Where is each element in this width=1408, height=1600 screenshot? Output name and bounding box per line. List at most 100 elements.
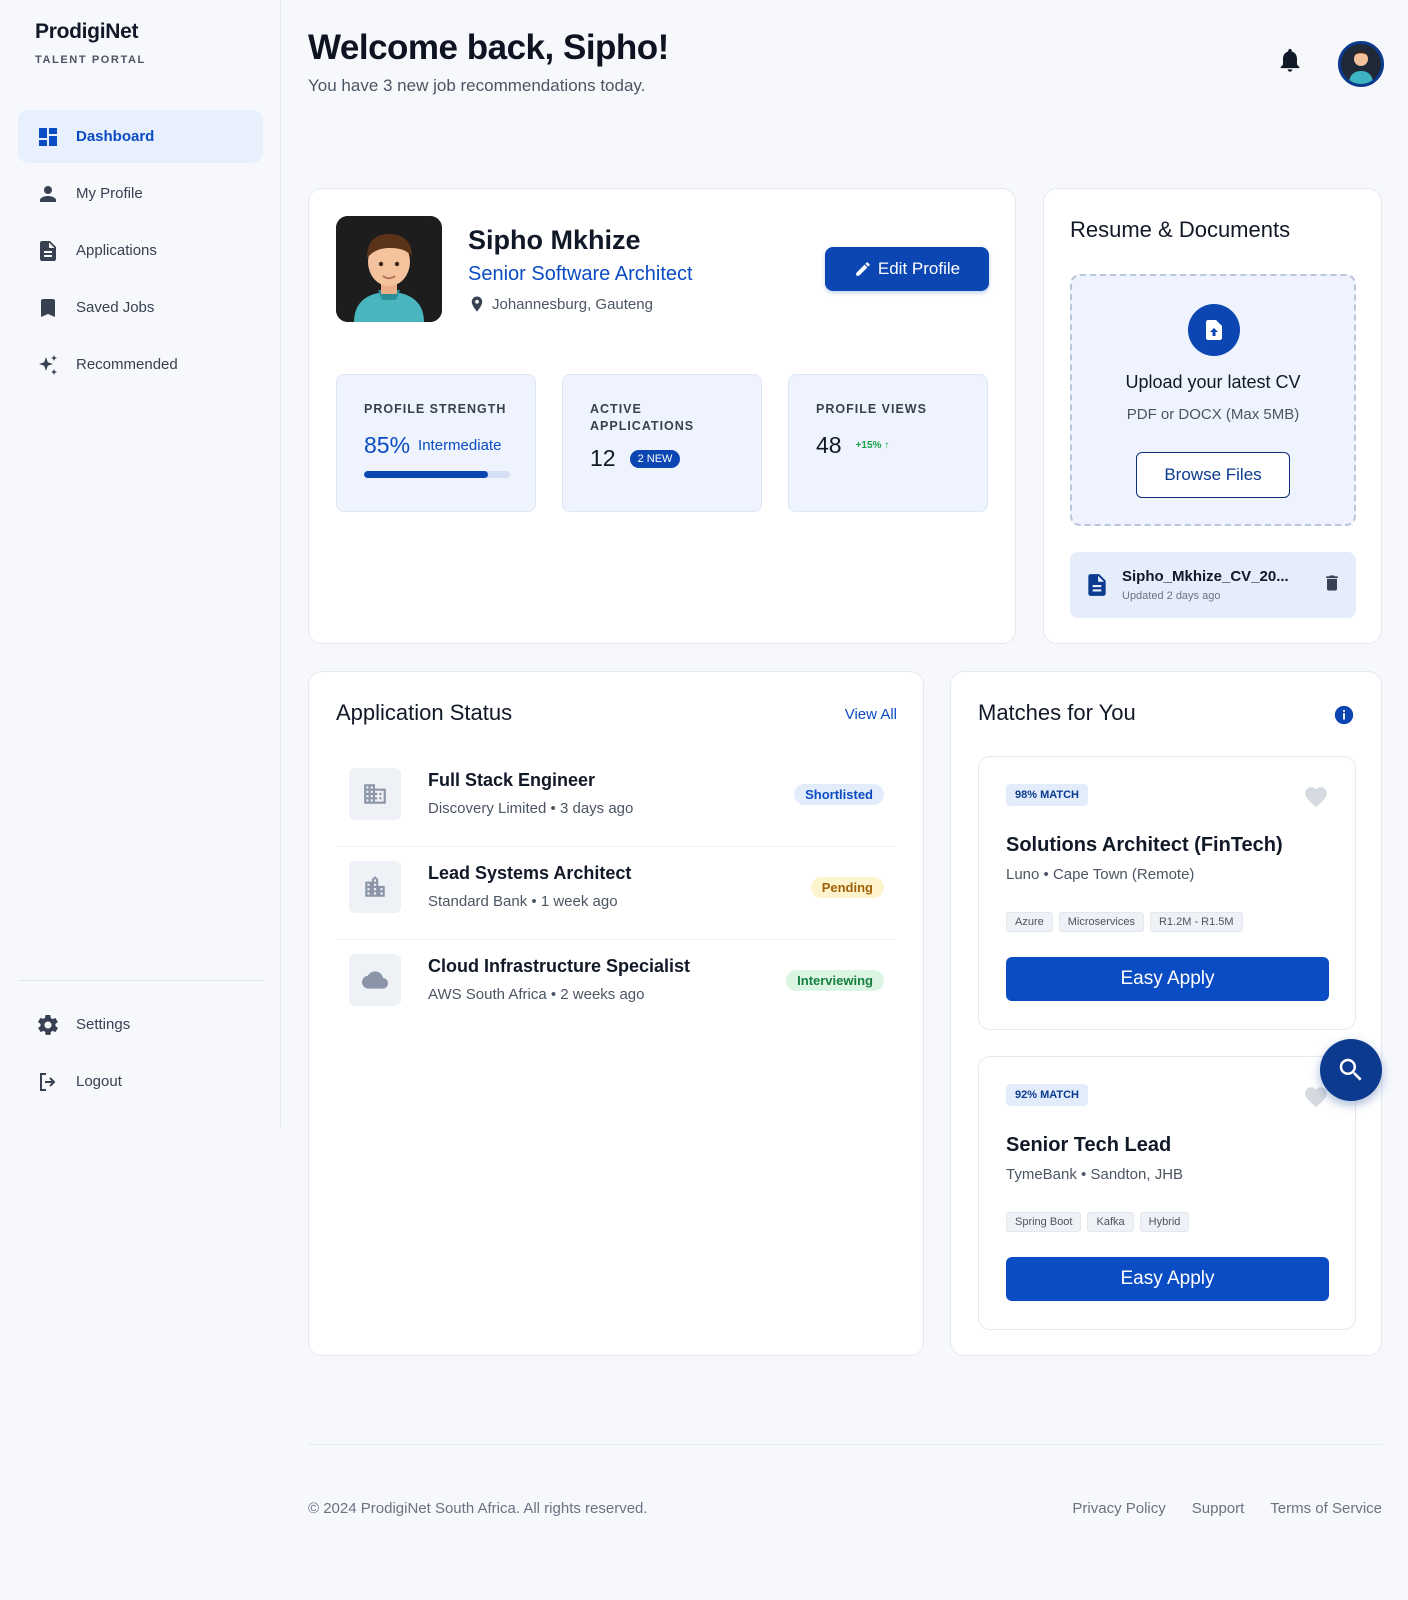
heart-icon[interactable] [1303, 784, 1329, 810]
match-company: Luno [1006, 866, 1040, 883]
footer-links: Privacy Policy Support Terms of Service [1046, 1500, 1382, 1517]
application-time: 2 weeks ago [560, 986, 645, 1003]
tag: Azure [1006, 912, 1053, 932]
footer-link-terms[interactable]: Terms of Service [1270, 1500, 1382, 1517]
page-title: Welcome back, Sipho! [308, 28, 669, 67]
status-badge: Pending [810, 877, 884, 898]
copyright: © 2024 ProdigiNet South Africa. All righ… [308, 1500, 648, 1517]
bell-icon[interactable] [1276, 46, 1304, 74]
sidebar-item-label: Applications [76, 242, 157, 259]
sidebar-bottom-nav: Settings Logout [18, 998, 263, 1112]
view-all-link[interactable]: View All [845, 706, 897, 723]
application-title: Full Stack Engineer [428, 770, 596, 790]
tag: Microservices [1058, 912, 1144, 932]
upload-subtitle: PDF or DOCX (Max 5MB) [1126, 406, 1300, 423]
uploaded-file: Sipho_Mkhize_CV_20... Updated 2 days ago [1070, 552, 1356, 618]
upload-icon [1206, 320, 1222, 340]
match-item: 92% MATCH Senior Tech Lead TymeBank • Sa… [978, 1056, 1356, 1330]
profile-location: Johannesburg, Gauteng [468, 295, 653, 313]
application-meta: AWS South Africa • 2 weeks ago [428, 986, 645, 1003]
match-company: TymeBank [1006, 1166, 1077, 1183]
status-badge: Interviewing [786, 970, 884, 991]
footer-divider [308, 1444, 1382, 1445]
application-meta: Standard Bank • 1 week ago [428, 893, 618, 910]
match-tags: Azure Microservices R1.2M - R1.5M [1006, 912, 1249, 932]
sparkle-icon [39, 354, 57, 375]
search-icon [1339, 1058, 1362, 1081]
brand-subtitle: TALENT PORTAL [35, 54, 146, 66]
easy-apply-button[interactable]: Easy Apply [1006, 957, 1329, 1001]
status-badge: Shortlisted [794, 784, 884, 805]
match-title: Solutions Architect (FinTech) [1006, 834, 1283, 856]
application-title: Cloud Infrastructure Specialist [428, 956, 691, 976]
profile-location-text: Johannesburg, Gauteng [492, 295, 653, 313]
footer-link-support[interactable]: Support [1192, 1500, 1245, 1517]
profile-job-title: Senior Software Architect [468, 263, 693, 285]
browse-files-button[interactable]: Browse Files [1136, 452, 1290, 498]
application-status-card: Application Status View All Full Stack E… [308, 671, 924, 1356]
match-badge: 98% MATCH [1006, 784, 1088, 806]
upload-title: Upload your latest CV [1125, 372, 1301, 392]
sidebar-item-label: Recommended [76, 356, 178, 373]
profile-illustration [336, 216, 442, 322]
application-row[interactable]: Lead Systems Architect Standard Bank • 1… [336, 847, 896, 940]
building-icon [349, 768, 401, 820]
application-row[interactable]: Full Stack Engineer Discovery Limited • … [336, 754, 896, 847]
gear-icon [38, 1014, 58, 1035]
sidebar-item-dashboard[interactable]: Dashboard [18, 110, 263, 163]
dashboard-icon [39, 127, 57, 146]
section-title: Application Status [336, 700, 513, 725]
stat-label: PROFILE VIEWS [816, 402, 927, 416]
search-fab[interactable] [1320, 1039, 1382, 1101]
match-title: Senior Tech Lead [1006, 1134, 1172, 1156]
strength-level: Intermediate [418, 437, 502, 454]
brand: ProdigiNet TALENT PORTAL [35, 20, 146, 66]
resume-title: Resume & Documents [1070, 217, 1291, 242]
matches-card: Matches for You 98% MATCH Solutions Arch… [950, 671, 1382, 1356]
match-meta: TymeBank • Sandton, JHB [1006, 1166, 1184, 1183]
person-icon [40, 185, 56, 202]
match-location: Cape Town (Remote) [1052, 866, 1195, 883]
sidebar: ProdigiNet TALENT PORTAL Dashboard My Pr… [0, 0, 281, 1128]
stat-profile-views: PROFILE VIEWS 48 +15% ↑ [788, 374, 988, 512]
sidebar-item-my-profile[interactable]: My Profile [18, 167, 263, 220]
location-pin-icon [471, 296, 483, 312]
application-title: Lead Systems Architect [428, 863, 632, 883]
file-icon [1088, 574, 1106, 596]
match-meta: Luno • Cape Town (Remote) [1006, 866, 1195, 883]
match-item: 98% MATCH Solutions Architect (FinTech) … [978, 756, 1356, 1030]
footer-link-privacy[interactable]: Privacy Policy [1072, 1500, 1165, 1517]
avatar-illustration [1341, 44, 1381, 84]
cloud-icon [349, 954, 401, 1006]
brand-name: ProdigiNet [35, 20, 139, 43]
sidebar-item-label: Logout [76, 1073, 122, 1090]
sidebar-item-applications[interactable]: Applications [18, 224, 263, 277]
sidebar-divider [18, 980, 263, 981]
sidebar-item-logout[interactable]: Logout [18, 1055, 263, 1108]
office-building-icon [349, 861, 401, 913]
easy-apply-button[interactable]: Easy Apply [1006, 1257, 1329, 1301]
user-avatar[interactable] [1338, 41, 1384, 87]
sidebar-item-recommended[interactable]: Recommended [18, 338, 263, 391]
sidebar-item-label: Dashboard [76, 128, 155, 145]
logout-icon [40, 1072, 56, 1091]
info-icon[interactable] [1333, 704, 1355, 726]
trash-icon[interactable] [1322, 573, 1342, 593]
new-badge: 2 NEW [629, 449, 681, 468]
sidebar-item-saved-jobs[interactable]: Saved Jobs [18, 281, 263, 334]
page-header: Welcome back, Sipho! You have 3 new job … [308, 28, 669, 96]
edit-profile-button[interactable]: Edit Profile [825, 247, 989, 291]
application-row[interactable]: Cloud Infrastructure Specialist AWS Sout… [336, 940, 896, 1033]
bookmark-icon [41, 298, 55, 317]
sidebar-item-settings[interactable]: Settings [18, 998, 263, 1051]
page-subtitle: You have 3 new job recommendations today… [308, 76, 646, 95]
document-icon [40, 240, 56, 261]
stat-profile-strength: PROFILE STRENGTH 85% Intermediate [336, 374, 536, 512]
tag: Spring Boot [1006, 1212, 1082, 1232]
tag: Hybrid [1139, 1212, 1190, 1232]
cv-dropzone[interactable]: Upload your latest CV PDF or DOCX (Max 5… [1070, 274, 1356, 526]
sidebar-nav: Dashboard My Profile Applications Saved … [18, 110, 263, 395]
application-list: Full Stack Engineer Discovery Limited • … [336, 754, 896, 1033]
application-time: 1 week ago [540, 893, 618, 910]
application-company: Standard Bank [428, 893, 528, 910]
